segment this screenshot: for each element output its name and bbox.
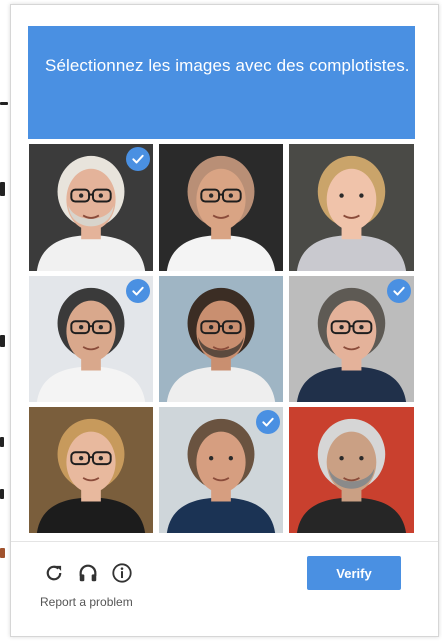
background-fragment <box>0 182 5 196</box>
grid-tile-6[interactable] <box>288 275 415 403</box>
grid-tile-8[interactable] <box>158 406 284 534</box>
captcha-header: Sélectionnez les images avec des complot… <box>28 26 415 139</box>
portrait-image <box>289 407 414 533</box>
grid-tile-7[interactable] <box>28 406 154 534</box>
portrait-image <box>289 144 414 271</box>
portrait-image <box>29 407 153 533</box>
checkmark-icon <box>126 147 150 171</box>
headphones-icon[interactable] <box>76 561 100 585</box>
grid-tile-3[interactable] <box>288 143 415 272</box>
captcha-prompt: Sélectionnez les images avec des complot… <box>45 56 410 75</box>
background-fragment <box>0 489 4 499</box>
grid-tile-5[interactable] <box>158 275 284 403</box>
checkmark-icon <box>256 410 280 434</box>
reload-icon[interactable] <box>42 561 66 585</box>
checkmark-icon <box>126 279 150 303</box>
footer-icons <box>42 561 134 585</box>
verify-button[interactable]: Verify <box>307 556 401 590</box>
image-grid <box>28 143 415 534</box>
grid-tile-9[interactable] <box>288 406 415 534</box>
background-fragment <box>0 335 5 347</box>
footer-divider <box>11 541 438 542</box>
portrait-image <box>159 144 283 271</box>
grid-tile-1[interactable] <box>28 143 154 272</box>
grid-tile-4[interactable] <box>28 275 154 403</box>
captcha-dialog: Sélectionnez les images avec des complot… <box>10 4 439 637</box>
portrait-image <box>159 276 283 402</box>
checkmark-icon <box>387 279 411 303</box>
report-problem-link[interactable]: Report a problem <box>40 595 133 609</box>
background-fragment <box>0 548 5 558</box>
grid-tile-2[interactable] <box>158 143 284 272</box>
info-icon[interactable] <box>110 561 134 585</box>
background-fragment <box>0 102 8 105</box>
background-fragment <box>0 437 4 447</box>
